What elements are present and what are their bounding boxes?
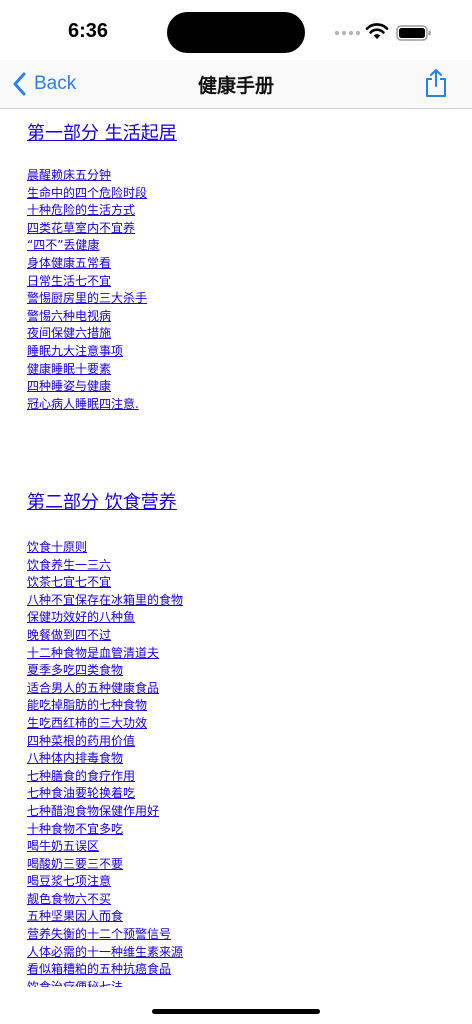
list-item[interactable]: 饮茶七宜七不宜 [27,574,183,592]
list-item[interactable]: 十种危险的生活方式 [27,202,147,220]
list-item[interactable]: 饮食治疗便秘七法 [27,979,183,987]
list-item[interactable]: 警惕六种电视病 [27,308,147,326]
list-item[interactable]: 八种体内排毒食物 [27,750,183,768]
list-item[interactable]: 能吃掉脂肪的七种食物 [27,697,183,715]
cellular-signal-icon [334,30,360,36]
link-list-lifestyle: 晨醒赖床五分钟 生命中的四个危险时段 十种危险的生活方式 四类花草室内不宜养 “… [27,167,147,413]
list-item[interactable]: 喝豆浆七项注意 [27,873,183,891]
list-item[interactable]: 营养失衡的十二个预警信号 [27,926,183,944]
list-item[interactable]: 夜间保健六措施 [27,325,147,343]
navigation-bar: Back 健康手册 [0,60,472,109]
list-item[interactable]: 人体必需的十一种维生素来源 [27,944,183,962]
battery-icon [396,25,431,41]
list-item[interactable]: 八种不宜保存在冰箱里的食物 [27,592,183,610]
list-item[interactable]: 七种食油要轮换着吃 [27,785,183,803]
list-item[interactable]: 适合男人的五种健康食品 [27,680,183,698]
list-item[interactable]: “四不”丢健康 [27,237,147,255]
list-item[interactable]: 饮食养生一三六 [27,557,183,575]
list-item[interactable]: 喝牛奶五误区 [27,838,183,856]
list-item[interactable]: 冠心病人睡眠四注意. [27,396,147,414]
list-item[interactable]: 生命中的四个危险时段 [27,185,147,203]
status-bar: 6:36 [0,0,472,64]
list-item[interactable]: 七种醋泡食物保健作用好 [27,803,183,821]
link-list-diet: 饮食十原则 饮食养生一三六 饮茶七宜七不宜 八种不宜保存在冰箱里的食物 保健功效… [27,539,183,987]
section-title-diet[interactable]: 第二部分 饮食营养 [27,488,177,514]
list-item[interactable]: 睡眠九大注意事项 [27,343,147,361]
list-item[interactable]: 四类花草室内不宜养 [27,220,147,238]
list-item[interactable]: 晚餐做到四不过 [27,627,183,645]
list-item[interactable]: 靓色食物六不买 [27,891,183,909]
list-item[interactable]: 四种菜根的药用价值 [27,733,183,751]
list-item[interactable]: 喝酸奶三要三不要 [27,856,183,874]
list-item[interactable]: 十种食物不宜多吃 [27,821,183,839]
share-icon[interactable] [424,68,448,98]
list-item[interactable]: 身体健康五常看 [27,255,147,273]
list-item[interactable]: 日常生活七不宜 [27,273,147,291]
page-title: 健康手册 [197,75,274,97]
web-content[interactable]: 第一部分 生活起居 晨醒赖床五分钟 生命中的四个危险时段 十种危险的生活方式 四… [0,109,472,987]
list-item[interactable]: 夏季多吃四类食物 [27,662,183,680]
list-item[interactable]: 七种膳食的食疗作用 [27,768,183,786]
list-item[interactable]: 健康睡眠十要素 [27,361,147,379]
list-item[interactable]: 保健功效好的八种鱼 [27,609,183,627]
list-item[interactable]: 饮食十原则 [27,539,183,557]
home-indicator[interactable] [152,1009,320,1014]
status-time: 6:36 [68,20,109,42]
dynamic-island [167,12,305,53]
list-item[interactable]: 生吃西红柿的三大功效 [27,715,183,733]
list-item[interactable]: 晨醒赖床五分钟 [27,167,147,185]
wifi-icon [365,23,389,39]
section-title-lifestyle[interactable]: 第一部分 生活起居 [27,119,177,145]
list-item[interactable]: 四种睡姿与健康 [27,378,147,396]
list-item[interactable]: 看似箱糟粕的五种抗癌食品 [27,961,183,979]
list-item[interactable]: 警惕厨房里的三大杀手 [27,290,147,308]
list-item[interactable]: 五种坚果因人而食 [27,908,183,926]
list-item[interactable]: 十二种食物是血管清道夫 [27,645,183,663]
